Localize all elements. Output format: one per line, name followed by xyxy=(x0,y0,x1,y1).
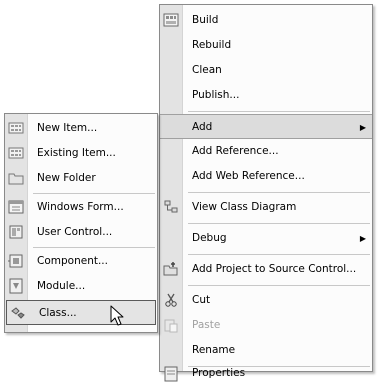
menu-item-rename[interactable]: Rename xyxy=(160,338,372,363)
submenu-item-class[interactable]: Class... xyxy=(6,300,156,325)
menu-item-label: Rename xyxy=(192,344,236,356)
menu-item-publish[interactable]: Publish... xyxy=(160,83,372,108)
class-diagram-icon xyxy=(164,200,178,213)
folder-icon xyxy=(8,173,24,185)
class-icon xyxy=(11,307,25,319)
submenu-item-windows-form[interactable]: Windows Form... xyxy=(5,195,157,220)
menu-item-label: Windows Form... xyxy=(37,201,124,213)
menu-item-debug[interactable]: Debug ▶ xyxy=(160,226,372,251)
menu-item-label: Add Web Reference... xyxy=(192,170,305,182)
menu-separator xyxy=(188,285,370,286)
menu-item-label: View Class Diagram xyxy=(192,201,297,213)
menu-separator xyxy=(33,247,155,248)
menu-item-label: New Folder xyxy=(37,172,96,184)
menu-item-add-to-source-control[interactable]: Add Project to Source Control... xyxy=(160,257,372,282)
submenu-arrow-icon: ▶ xyxy=(359,234,366,243)
menu-item-label: Debug xyxy=(192,232,227,244)
menu-item-label: Paste xyxy=(192,319,221,331)
menu-item-view-class-diagram[interactable]: View Class Diagram xyxy=(160,195,372,220)
menu-item-label: Build xyxy=(192,14,219,26)
paste-icon xyxy=(164,319,178,333)
build-icon xyxy=(163,13,179,27)
existing-item-icon xyxy=(8,147,24,159)
windows-form-icon xyxy=(8,200,24,214)
submenu-item-component[interactable]: Component... xyxy=(5,249,157,274)
submenu-item-new-item[interactable]: New Item... xyxy=(5,116,157,141)
menu-item-label: Component... xyxy=(37,255,108,267)
properties-icon xyxy=(164,366,178,382)
menu-item-paste[interactable]: Paste xyxy=(160,313,372,338)
project-context-menu: Build Rebuild Clean Publish... Add ▶ Add… xyxy=(159,4,373,382)
component-icon xyxy=(8,254,23,268)
menu-separator xyxy=(188,111,370,112)
menu-item-label: Cut xyxy=(192,294,211,306)
menu-item-label: Module... xyxy=(37,280,86,292)
new-item-icon xyxy=(8,122,24,134)
submenu-item-new-folder[interactable]: New Folder xyxy=(5,166,157,191)
menu-item-label: Add Reference... xyxy=(192,145,279,157)
menu-item-label: Existing Item... xyxy=(37,147,116,159)
menu-item-label: New Item... xyxy=(37,122,98,134)
menu-item-label: Add xyxy=(192,121,213,133)
menu-separator xyxy=(188,192,370,193)
menu-item-rebuild[interactable]: Rebuild xyxy=(160,33,372,58)
submenu-item-user-control[interactable]: User Control... xyxy=(5,220,157,245)
menu-item-cut[interactable]: Cut xyxy=(160,288,372,313)
mouse-pointer-icon xyxy=(110,305,124,326)
menu-item-clean[interactable]: Clean xyxy=(160,58,372,83)
menu-item-properties[interactable]: Properties xyxy=(160,366,372,382)
menu-separator xyxy=(188,254,370,255)
menu-item-add-reference[interactable]: Add Reference... xyxy=(160,139,372,164)
add-submenu: New Item... Existing Item... New Folder … xyxy=(4,113,158,333)
menu-separator xyxy=(33,193,155,194)
source-control-icon xyxy=(163,262,178,276)
menu-separator xyxy=(188,223,370,224)
submenu-item-existing-item[interactable]: Existing Item... xyxy=(5,141,157,166)
menu-item-label: Rebuild xyxy=(192,39,232,51)
menu-item-label: Publish... xyxy=(192,89,240,101)
menu-item-label: Add Project to Source Control... xyxy=(192,263,357,275)
menu-item-label: Clean xyxy=(192,64,222,76)
menu-item-build[interactable]: Build xyxy=(160,8,372,33)
submenu-item-module[interactable]: Module... xyxy=(5,274,157,299)
menu-item-label: Class... xyxy=(39,307,77,319)
module-icon xyxy=(9,278,23,294)
submenu-arrow-icon: ▶ xyxy=(359,123,366,132)
user-control-icon xyxy=(9,225,23,239)
menu-item-label: User Control... xyxy=(37,226,113,238)
cut-icon xyxy=(165,293,177,307)
menu-item-add-web-reference[interactable]: Add Web Reference... xyxy=(160,164,372,189)
menu-item-add[interactable]: Add ▶ xyxy=(160,114,372,139)
